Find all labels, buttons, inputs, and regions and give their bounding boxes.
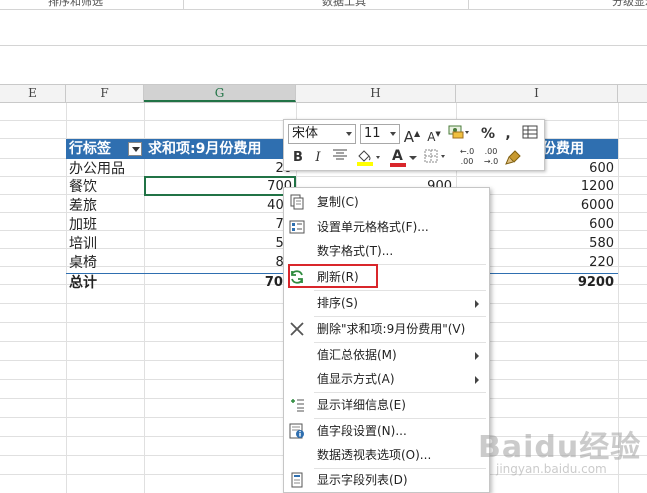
- menu-item-number-format[interactable]: 数字格式(T)...: [285, 240, 489, 262]
- delete-x-icon: [290, 322, 304, 336]
- italic-button[interactable]: I: [308, 148, 328, 168]
- pivot-total-label[interactable]: 总计: [66, 274, 144, 292]
- accounting-format-icon: [448, 125, 469, 139]
- ribbon-group-sort-filter: 排序和筛选: [48, 0, 103, 8]
- font-color-button[interactable]: A: [388, 148, 418, 168]
- context-menu: 复制(C) 设置单元格格式(F)... 数字格式(T)... 刷新(R) 排序(…: [283, 187, 490, 493]
- shrink-font-button[interactable]: A▼: [424, 124, 444, 144]
- ribbon-group-data-tools: 数据工具: [322, 0, 366, 8]
- font-color-swatch: [390, 163, 406, 167]
- menu-item-pivot-options[interactable]: 数据透视表选项(O)...: [285, 444, 489, 466]
- column-header-f[interactable]: F: [66, 85, 144, 102]
- column-header-h[interactable]: H: [296, 85, 456, 102]
- column-header-row: E F G H I: [0, 84, 647, 103]
- align-center-icon: [333, 149, 347, 160]
- pivot-row-label[interactable]: 办公用品: [66, 160, 144, 178]
- chevron-down-icon: [409, 156, 417, 160]
- decrease-decimal-button[interactable]: .00 →.0: [480, 147, 502, 167]
- show-detail-icon: [291, 399, 304, 412]
- menu-item-show-field-list[interactable]: 显示字段列表(D): [285, 469, 489, 491]
- format-cells-icon: [289, 220, 305, 234]
- format-painter-button[interactable]: [504, 148, 524, 168]
- table-format-icon: [522, 125, 538, 139]
- column-header-e[interactable]: E: [0, 85, 66, 102]
- font-name-dropdown[interactable]: 宋体: [288, 124, 356, 144]
- ribbon-group-outline: 分级显示: [612, 0, 647, 8]
- pivot-row-label[interactable]: 桌椅: [66, 254, 144, 272]
- menu-item-show-values-as[interactable]: 值显示方式(A): [285, 368, 489, 390]
- row-label-filter-button[interactable]: [128, 142, 142, 156]
- menu-item-sort[interactable]: 排序(S): [285, 292, 489, 314]
- menu-item-value-field-settings[interactable]: 值字段设置(N)...: [285, 420, 489, 442]
- increase-decimal-button[interactable]: ←.0 .00: [456, 147, 478, 167]
- baidu-watermark: Baidu经验 jingyan.baidu.com: [478, 418, 643, 488]
- format-table-button[interactable]: [520, 124, 540, 144]
- menu-item-copy[interactable]: 复制(C): [285, 191, 489, 213]
- borders-icon: [424, 149, 445, 163]
- brush-icon: [505, 150, 521, 165]
- column-header-i[interactable]: I: [456, 85, 618, 102]
- column-header-g[interactable]: G: [144, 85, 296, 102]
- menu-item-summarize-by[interactable]: 值汇总依据(M): [285, 344, 489, 366]
- pivot-total-g[interactable]: 706: [144, 274, 296, 292]
- pivot-value-g[interactable]: 88: [144, 254, 296, 272]
- chevron-down-icon: [390, 132, 396, 136]
- pivot-row-label[interactable]: 餐饮: [66, 178, 144, 196]
- chevron-right-icon: [475, 352, 479, 360]
- fill-color-button[interactable]: [354, 148, 384, 168]
- pivot-value-g[interactable]: 400: [144, 197, 296, 215]
- pivot-row-label[interactable]: 加班: [66, 216, 144, 234]
- field-settings-icon: [289, 423, 304, 439]
- active-cell-selection: [144, 176, 296, 196]
- accounting-format-button[interactable]: [446, 124, 472, 144]
- comma-style-button[interactable]: ,: [498, 124, 518, 144]
- bold-button[interactable]: B: [288, 148, 308, 168]
- refresh-highlight-annotation: [288, 264, 378, 288]
- ribbon-group-labels: 排序和筛选 数据工具 分级显示: [0, 0, 647, 10]
- chevron-right-icon: [475, 300, 479, 308]
- formula-bar-area: [0, 10, 647, 46]
- menu-item-show-details[interactable]: 显示详细信息(E): [285, 394, 489, 416]
- pivot-value-g[interactable]: 58: [144, 235, 296, 253]
- pivot-row-label[interactable]: 差旅: [66, 197, 144, 215]
- watermark-url: jingyan.baidu.com: [496, 462, 607, 476]
- chevron-right-icon: [475, 376, 479, 384]
- borders-button[interactable]: [422, 148, 452, 168]
- mini-toolbar: 宋体 11 A▲ A▼ % , B I A ←.0 .00 .00 →.0: [283, 119, 545, 171]
- font-size-dropdown[interactable]: 11: [360, 124, 400, 144]
- field-list-icon: [291, 472, 303, 488]
- watermark-brand: Baidu经验: [478, 430, 642, 465]
- paint-bucket-icon: [357, 150, 380, 166]
- grow-font-button[interactable]: A▲: [402, 124, 422, 146]
- pivot-header-value[interactable]: 求和项:9月份费用: [144, 139, 296, 159]
- menu-item-delete-field[interactable]: 删除"求和项:9月份费用"(V): [285, 318, 489, 340]
- pivot-row-label[interactable]: 培训: [66, 235, 144, 253]
- menu-item-format-cells[interactable]: 设置单元格格式(F)...: [285, 216, 489, 238]
- chevron-down-icon: [346, 132, 352, 136]
- percent-style-button[interactable]: %: [478, 124, 498, 144]
- align-center-button[interactable]: [330, 148, 350, 168]
- copy-icon: [290, 194, 304, 210]
- pivot-value-g[interactable]: 70: [144, 216, 296, 234]
